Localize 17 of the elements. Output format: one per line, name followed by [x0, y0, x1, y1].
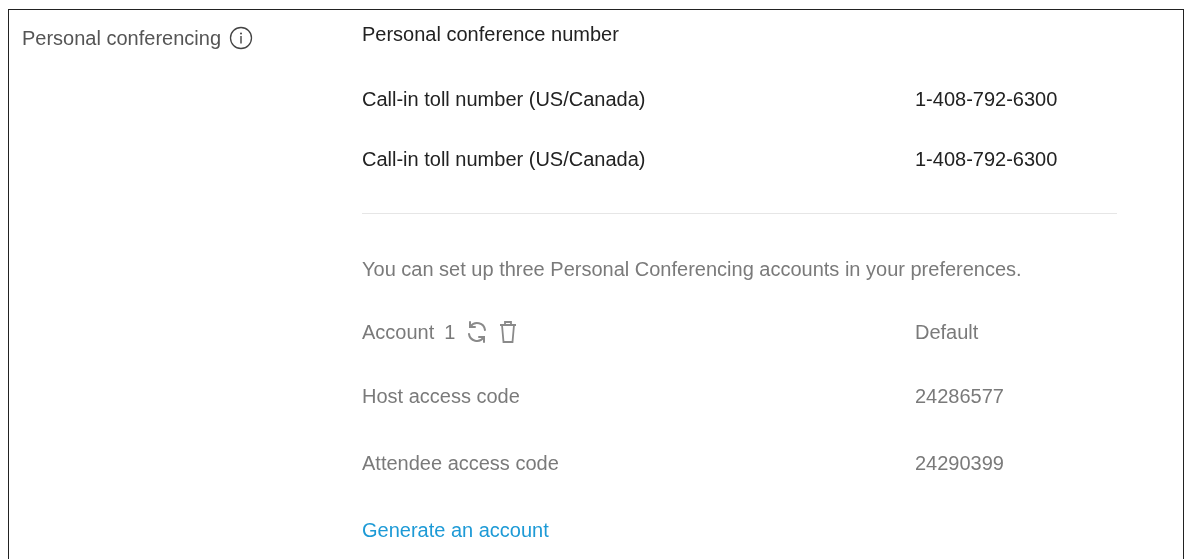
account-number: 1 — [444, 320, 456, 344]
phone-number: 1-408-792-6300 — [915, 147, 1059, 171]
phone-number: 1-408-792-6300 — [915, 87, 1059, 111]
trash-icon[interactable] — [499, 320, 518, 344]
default-status: Default — [915, 320, 980, 344]
number-label: Call-in toll number (US/Canada) — [362, 87, 647, 111]
number-label: Call-in toll number (US/Canada) — [362, 147, 647, 171]
code-label: Attendee access code — [362, 452, 560, 475]
info-note: You can set up three Personal Conferencing accounts in your preferences. — [362, 258, 1023, 281]
section-label: Personal conferencing — [22, 26, 221, 50]
access-code: 24290399 — [915, 452, 1005, 475]
account-label: Account — [362, 320, 435, 344]
access-code: 24286577 — [915, 385, 1005, 408]
code-label: Host access code — [362, 385, 521, 408]
generate-account-link[interactable]: Generate an account — [362, 519, 549, 542]
info-icon[interactable] — [229, 26, 253, 50]
section-heading: Personal conference number — [362, 23, 620, 47]
